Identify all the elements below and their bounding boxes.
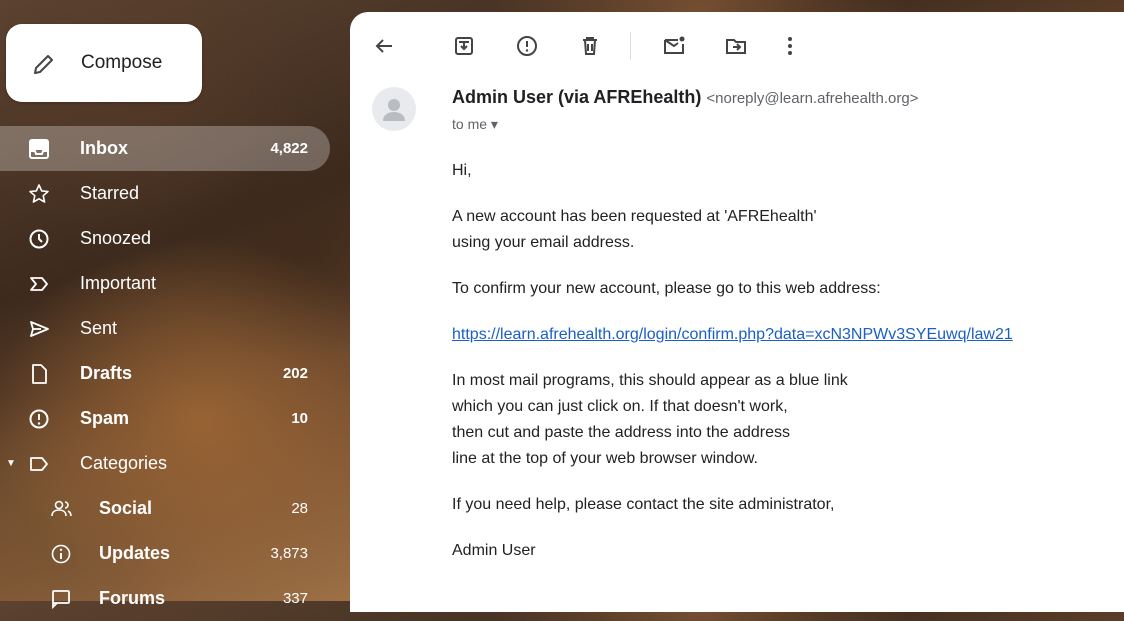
- sidebar-item-label: Important: [80, 273, 157, 293]
- info-icon: [51, 544, 71, 564]
- delete-icon[interactable]: [578, 34, 602, 58]
- unread-count: 4,822: [270, 140, 308, 157]
- clock-icon: [29, 229, 49, 249]
- message-pane: Admin User (via AFREhealth) <noreply@lea…: [350, 12, 1124, 612]
- back-arrow-icon[interactable]: [372, 34, 396, 58]
- body-line: In most mail programs, this should appea…: [452, 372, 848, 389]
- forum-icon: [52, 590, 70, 610]
- sidebar-item-updates[interactable]: Updates 3,873: [0, 531, 330, 576]
- body-line: To confirm your new account, please go t…: [452, 280, 881, 297]
- sender-line: Admin User (via AFREhealth) <noreply@lea…: [452, 87, 918, 108]
- compose-button[interactable]: Compose: [6, 24, 202, 102]
- sidebar-item-label: Categories: [80, 453, 168, 473]
- sender-name[interactable]: Admin User (via AFREhealth): [452, 87, 701, 107]
- body-line: A new account has been requested at 'AFR…: [452, 208, 817, 225]
- signature: Admin User: [452, 542, 536, 559]
- person-icon: [383, 99, 405, 121]
- label-icon: [30, 457, 48, 471]
- sidebar-item-label: Inbox: [80, 138, 128, 158]
- spam-count: 10: [291, 410, 308, 427]
- body-line: line at the top of your web browser wind…: [452, 450, 758, 467]
- sidebar-item-label: Sent: [80, 318, 118, 338]
- sidebar-item-social[interactable]: Social 28: [0, 486, 330, 531]
- toolbar-divider: [630, 32, 631, 60]
- sidebar-item-label: Spam: [80, 408, 130, 428]
- sidebar-item-inbox[interactable]: Inbox 4,822: [0, 126, 330, 171]
- sidebar-item-categories[interactable]: ▼ Categories: [0, 441, 330, 486]
- sidebar-item-label: Social: [99, 498, 153, 518]
- important-icon: [30, 277, 48, 291]
- mark-unread-icon[interactable]: [662, 34, 686, 58]
- move-to-icon[interactable]: [724, 34, 748, 58]
- sidebar-nav: Inbox 4,822 Starred Snoozed Important Se…: [0, 126, 330, 621]
- sidebar-item-drafts[interactable]: Drafts 202: [0, 351, 330, 396]
- recipient-dropdown[interactable]: to me ▾: [452, 116, 498, 133]
- body-line: using your email address.: [452, 234, 635, 251]
- confirm-link[interactable]: https://learn.afrehealth.org/login/confi…: [452, 326, 1013, 343]
- send-icon: [30, 321, 49, 337]
- body-line: then cut and paste the address into the …: [452, 424, 791, 441]
- report-spam-icon[interactable]: [515, 34, 539, 58]
- sidebar-item-label: Drafts: [80, 363, 133, 383]
- star-icon: [29, 184, 49, 203]
- sidebar-item-starred[interactable]: Starred: [0, 171, 330, 216]
- inbox-icon: [29, 139, 49, 159]
- caret-down-icon[interactable]: ▼: [6, 458, 16, 469]
- body-line: which you can just click on. If that doe…: [452, 398, 788, 415]
- sidebar-item-snoozed[interactable]: Snoozed: [0, 216, 330, 261]
- message-toolbar: [350, 12, 1124, 80]
- sidebar-item-label: Snoozed: [80, 228, 152, 248]
- archive-icon[interactable]: [452, 34, 476, 58]
- spam-icon: [29, 409, 49, 429]
- sidebar-item-sent[interactable]: Sent: [0, 306, 330, 351]
- sidebar-item-label: Updates: [99, 543, 171, 563]
- sender-avatar[interactable]: [372, 87, 416, 131]
- sidebar-item-forums[interactable]: Forums 337: [0, 576, 330, 621]
- social-count: 28: [291, 500, 308, 517]
- people-icon: [51, 500, 72, 517]
- email-body: Hi, A new account has been requested at …: [452, 158, 1124, 564]
- compose-label: Compose: [81, 52, 163, 73]
- sidebar-item-spam[interactable]: Spam 10: [0, 396, 330, 441]
- forums-count: 337: [282, 590, 308, 607]
- pencil-icon: [34, 55, 53, 74]
- more-options-icon[interactable]: [778, 34, 802, 58]
- draft-count: 202: [282, 365, 308, 382]
- updates-count: 3,873: [270, 545, 308, 562]
- sidebar-item-label: Forums: [99, 588, 166, 608]
- greeting: Hi,: [452, 162, 472, 179]
- sidebar-item-label: Starred: [80, 183, 140, 203]
- body-line: If you need help, please contact the sit…: [452, 496, 835, 513]
- sender-address: <noreply@learn.afrehealth.org>: [706, 90, 919, 107]
- sidebar-item-important[interactable]: Important: [0, 261, 330, 306]
- draft-icon: [32, 364, 47, 384]
